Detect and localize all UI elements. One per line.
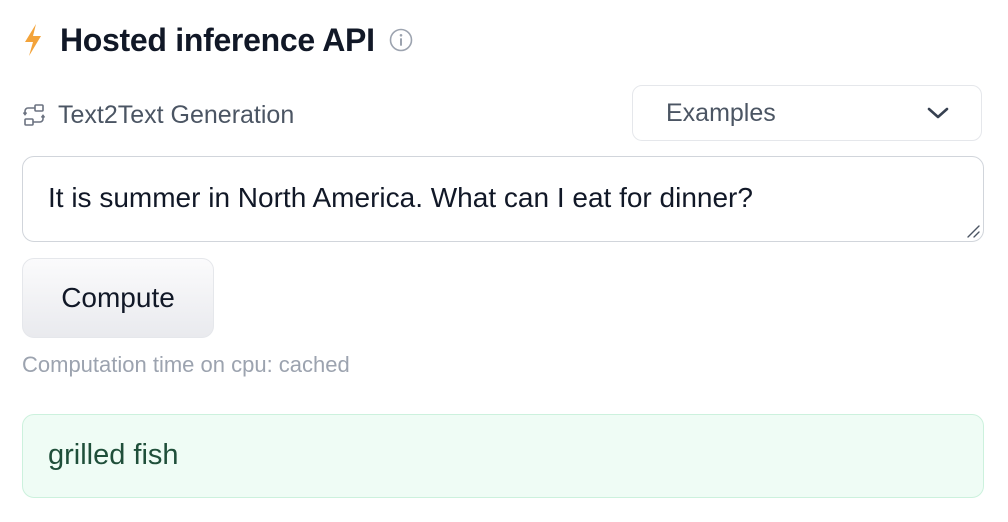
task-type: Text2Text Generation [22,98,294,132]
text2text-icon [22,104,46,126]
info-circle-icon[interactable] [389,28,413,52]
task-label: Text2Text Generation [58,100,295,129]
widget-header: Hosted inference API [22,20,413,60]
output-box: grilled fish [22,414,984,498]
input-text: It is summer in North America. What can … [48,182,753,213]
text-input[interactable]: It is summer in North America. What can … [22,156,984,242]
examples-dropdown[interactable]: Examples [632,85,982,141]
output-text: grilled fish [48,439,179,471]
page-title: Hosted inference API [60,21,375,58]
inference-widget: Hosted inference API Text2Text Generatio… [0,0,1008,522]
resize-handle-icon[interactable] [966,224,980,238]
compute-button[interactable]: Compute [22,258,214,338]
computation-time: Computation time on cpu: cached [22,352,350,377]
lightning-bolt-icon [25,24,41,56]
chevron-down-icon [927,107,949,119]
examples-label: Examples [666,98,776,127]
